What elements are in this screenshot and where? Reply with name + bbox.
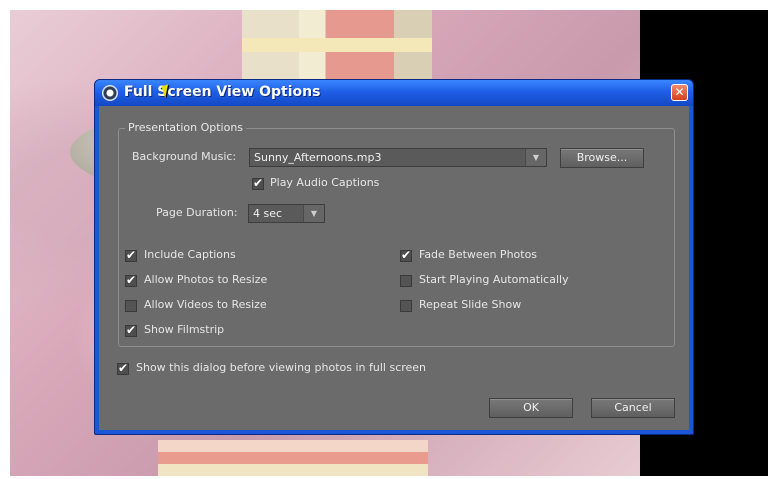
play-audio-captions-checkbox[interactable] xyxy=(252,176,264,190)
start-playing-automatically-checkbox[interactable] xyxy=(400,275,412,287)
allow-videos-resize-checkbox[interactable] xyxy=(125,300,137,312)
presentation-options-legend: Presentation Options xyxy=(125,121,247,134)
allow-videos-resize-label: Allow Videos to Resize xyxy=(144,298,267,311)
start-playing-automatically-label: Start Playing Automatically xyxy=(419,273,569,286)
show-dialog-checkbox[interactable] xyxy=(117,361,129,375)
page-duration-value: 4 sec xyxy=(253,207,283,220)
fade-between-photos-checkbox[interactable] xyxy=(400,248,412,262)
camera-icon xyxy=(102,85,118,101)
ok-button[interactable]: OK xyxy=(489,398,573,418)
fade-between-photos-label: Fade Between Photos xyxy=(419,248,538,261)
background-music-value: Sunny_Afternoons.mp3 xyxy=(254,151,382,164)
include-captions-label: Include Captions xyxy=(144,248,236,261)
chevron-down-icon[interactable]: ▼ xyxy=(303,205,324,222)
repeat-slide-show-checkbox[interactable] xyxy=(400,300,412,312)
repeat-slide-show-label: Repeat Slide Show xyxy=(419,298,522,311)
browse-button[interactable]: Browse... xyxy=(560,148,644,168)
page-duration-label: Page Duration: xyxy=(156,206,238,219)
show-dialog-label: Show this dialog before viewing photos i… xyxy=(136,361,427,374)
include-captions-checkbox[interactable] xyxy=(125,248,137,262)
title-bar[interactable]: Full Screen View Options ✕ xyxy=(95,80,693,106)
background-music-label: Background Music: xyxy=(132,150,237,163)
show-filmstrip-checkbox[interactable] xyxy=(125,323,137,337)
cancel-button[interactable]: Cancel xyxy=(591,398,675,418)
background-music-select[interactable]: Sunny_Afternoons.mp3 ▼ xyxy=(249,148,547,167)
close-button[interactable]: ✕ xyxy=(671,84,688,101)
allow-photos-resize-label: Allow Photos to Resize xyxy=(144,273,268,286)
dialog-client-area: Presentation Options Background Music: S… xyxy=(99,106,689,430)
presentation-options-group: Presentation Options Background Music: S… xyxy=(118,121,675,347)
allow-photos-resize-checkbox[interactable] xyxy=(125,273,137,287)
cake-slice-top xyxy=(242,10,432,90)
show-filmstrip-label: Show Filmstrip xyxy=(144,323,225,336)
page-duration-select[interactable]: 4 sec ▼ xyxy=(248,204,325,223)
chevron-down-icon[interactable]: ▼ xyxy=(525,149,546,166)
play-audio-captions-label: Play Audio Captions xyxy=(270,176,380,189)
full-screen-view-options-dialog: Full Screen View Options ✕ Presentation … xyxy=(94,79,694,435)
cake-slice-bottom xyxy=(158,440,428,476)
dialog-title: Full Screen View Options xyxy=(124,84,321,100)
